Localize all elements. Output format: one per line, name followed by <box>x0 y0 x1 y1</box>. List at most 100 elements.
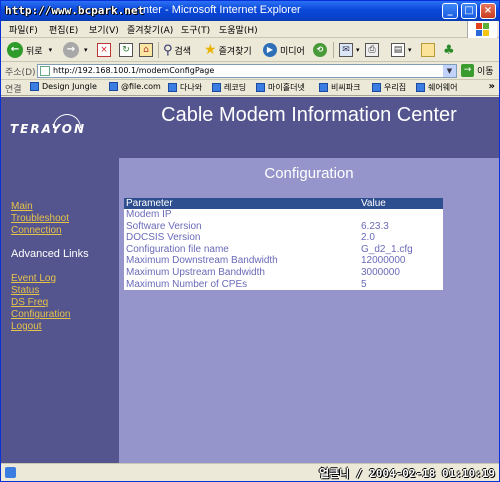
links-overflow-icon[interactable]: » <box>489 81 495 92</box>
link-item[interactable]: 쉐어웨어 <box>416 82 457 93</box>
link-item[interactable]: 레코딩 <box>212 82 246 93</box>
refresh-button[interactable]: ↻ <box>119 41 133 59</box>
nav-troubleshoot[interactable]: Troubleshoot <box>11 213 69 224</box>
media-button[interactable]: ▶ 미디어 <box>263 41 305 59</box>
mail-dropdown-icon[interactable]: ▾ <box>356 46 360 54</box>
menu-view[interactable]: 보기(V) <box>89 23 119 36</box>
address-dropdown-icon[interactable]: ▼ <box>443 65 456 77</box>
go-button[interactable]: → 이동 <box>461 64 494 77</box>
watermark-text: http://www.bcpark.net <box>5 4 145 17</box>
nav-connection[interactable]: Connection <box>11 225 62 236</box>
param-cell: Maximum Number of CPEs <box>126 278 248 290</box>
links-bar: 연결 Design Jungle @file.com 다나와 레코딩 마이홀더넷… <box>1 80 499 96</box>
link-item[interactable]: 마이홀더넷 <box>256 82 305 93</box>
param-cell: Software Version <box>126 220 202 232</box>
link-page-icon <box>256 83 265 92</box>
value-cell: 6.23.3 <box>361 220 389 232</box>
favorites-button[interactable]: ★ 즐겨찾기 <box>204 41 252 59</box>
back-dropdown-icon[interactable]: ▾ <box>49 46 53 54</box>
terayon-logo: TERAYON <box>10 122 87 136</box>
nav-ds-freq[interactable]: DS Freq <box>11 297 48 308</box>
table-row: Maximum Downstream Bandwidth 12000000 <box>124 255 443 267</box>
menu-edit[interactable]: 편집(E) <box>49 23 78 36</box>
table-row: Maximum Upstream Bandwidth 3000000 <box>124 267 443 279</box>
menu-tools[interactable]: 도구(T) <box>181 23 210 36</box>
menu-bar: 파일(F) 편집(E) 보기(V) 즐겨찾기(A) 도구(T) 도움말(H) <box>1 21 499 38</box>
back-arrow-icon: ← <box>7 42 23 58</box>
links-label: 연결 <box>5 85 22 95</box>
forward-dropdown-icon[interactable]: ▾ <box>84 46 88 54</box>
value-cell: G_d2_1.cfg <box>361 243 413 255</box>
star-icon: ★ <box>204 42 217 58</box>
home-icon: ⌂ <box>139 43 153 57</box>
toolbar: ← 뒤로 ▾ → ▾ × ↻ ⌂ ⚲ 검색 ★ 즐겨찾기 ▶ 미디어 ⟲ ✉ ▾… <box>1 38 499 62</box>
search-button[interactable]: ⚲ 검색 <box>163 41 191 59</box>
left-nav: Main Troubleshoot Connection Advanced Li… <box>1 158 119 463</box>
value-cell: 5 <box>361 278 367 290</box>
page-icon <box>40 66 50 76</box>
home-button[interactable]: ⌂ <box>139 41 153 59</box>
forward-button[interactable]: → ▾ <box>63 41 88 59</box>
favorites-label: 즐겨찾기 <box>218 46 252 57</box>
minimize-button[interactable]: _ <box>442 3 458 19</box>
address-input[interactable]: http://192.168.100.1/modemConfigPage ▼ <box>37 64 457 78</box>
mail-button[interactable]: ✉ ▾ <box>339 41 360 59</box>
mail-icon: ✉ <box>339 43 353 57</box>
menu-help[interactable]: 도움말(H) <box>219 23 258 36</box>
nav-logout[interactable]: Logout <box>11 321 42 332</box>
value-cell <box>359 209 443 221</box>
configuration-table: Parameter Value Modem IP Software Versio… <box>124 198 443 291</box>
menu-file[interactable]: 파일(F) <box>9 23 38 36</box>
nav-status[interactable]: Status <box>11 285 39 296</box>
print-button[interactable]: ⎙ <box>365 41 379 59</box>
search-label: 검색 <box>174 46 192 57</box>
print-icon: ⎙ <box>365 43 379 57</box>
window-title: nter - Microsoft Internet Explorer <box>143 4 301 16</box>
discuss-button[interactable] <box>421 41 435 59</box>
link-item[interactable]: 비씨파크 <box>319 82 360 93</box>
table-row: Software Version 6.23.3 <box>124 221 443 233</box>
maximize-button[interactable]: □ <box>461 3 477 19</box>
link-page-icon <box>372 83 381 92</box>
edit-icon: ▤ <box>391 43 405 57</box>
messenger-icon: ♣ <box>443 42 455 58</box>
param-cell: Maximum Upstream Bandwidth <box>126 266 265 278</box>
param-cell: Configuration file name <box>126 243 229 255</box>
edit-button[interactable]: ▤ ▾ <box>391 41 412 59</box>
param-cell: Modem IP <box>126 209 172 220</box>
go-label: 이동 <box>477 67 494 77</box>
history-button[interactable]: ⟲ <box>313 41 327 59</box>
table-row: Modem IP <box>124 209 443 221</box>
close-button[interactable]: × <box>480 3 496 19</box>
link-item[interactable]: 다나와 <box>168 82 202 93</box>
address-label: 주소(D) <box>5 68 36 78</box>
back-button[interactable]: ← 뒤로 ▾ <box>7 41 52 59</box>
edit-dropdown-icon[interactable]: ▾ <box>408 46 412 54</box>
param-cell: Maximum Downstream Bandwidth <box>126 255 278 267</box>
table-row: Configuration file name G_d2_1.cfg <box>124 244 443 256</box>
link-item[interactable]: Design Jungle <box>30 82 97 91</box>
go-arrow-icon: → <box>461 64 474 77</box>
messenger-button[interactable]: ♣ <box>443 41 455 59</box>
value-cell: 2.0 <box>361 232 375 244</box>
nav-main[interactable]: Main <box>11 201 33 212</box>
link-item[interactable]: 우리집 <box>372 82 406 93</box>
page-headline: Cable Modem Information Center <box>161 104 457 126</box>
column-header-value: Value <box>359 198 443 209</box>
nav-configuration[interactable]: Configuration <box>11 309 70 320</box>
browser-window: http://www.bcpark.net nter - Microsoft I… <box>0 0 500 482</box>
stop-button[interactable]: × <box>97 41 111 59</box>
value-cell: 3000000 <box>361 266 400 278</box>
link-item[interactable]: @file.com <box>109 82 161 91</box>
link-page-icon <box>30 82 39 91</box>
link-page-icon <box>168 83 177 92</box>
history-icon: ⟲ <box>313 43 327 57</box>
table-header-row: Parameter Value <box>124 198 443 209</box>
forward-arrow-icon: → <box>63 42 79 58</box>
link-page-icon <box>319 83 328 92</box>
nav-event-log[interactable]: Event Log <box>11 273 56 284</box>
menu-favorites[interactable]: 즐겨찾기(A) <box>127 23 173 36</box>
status-bar: 얼큰니 / 2004-02-18 01:10:19 <box>1 463 499 481</box>
link-page-icon <box>109 82 118 91</box>
windows-logo-icon <box>467 21 497 38</box>
